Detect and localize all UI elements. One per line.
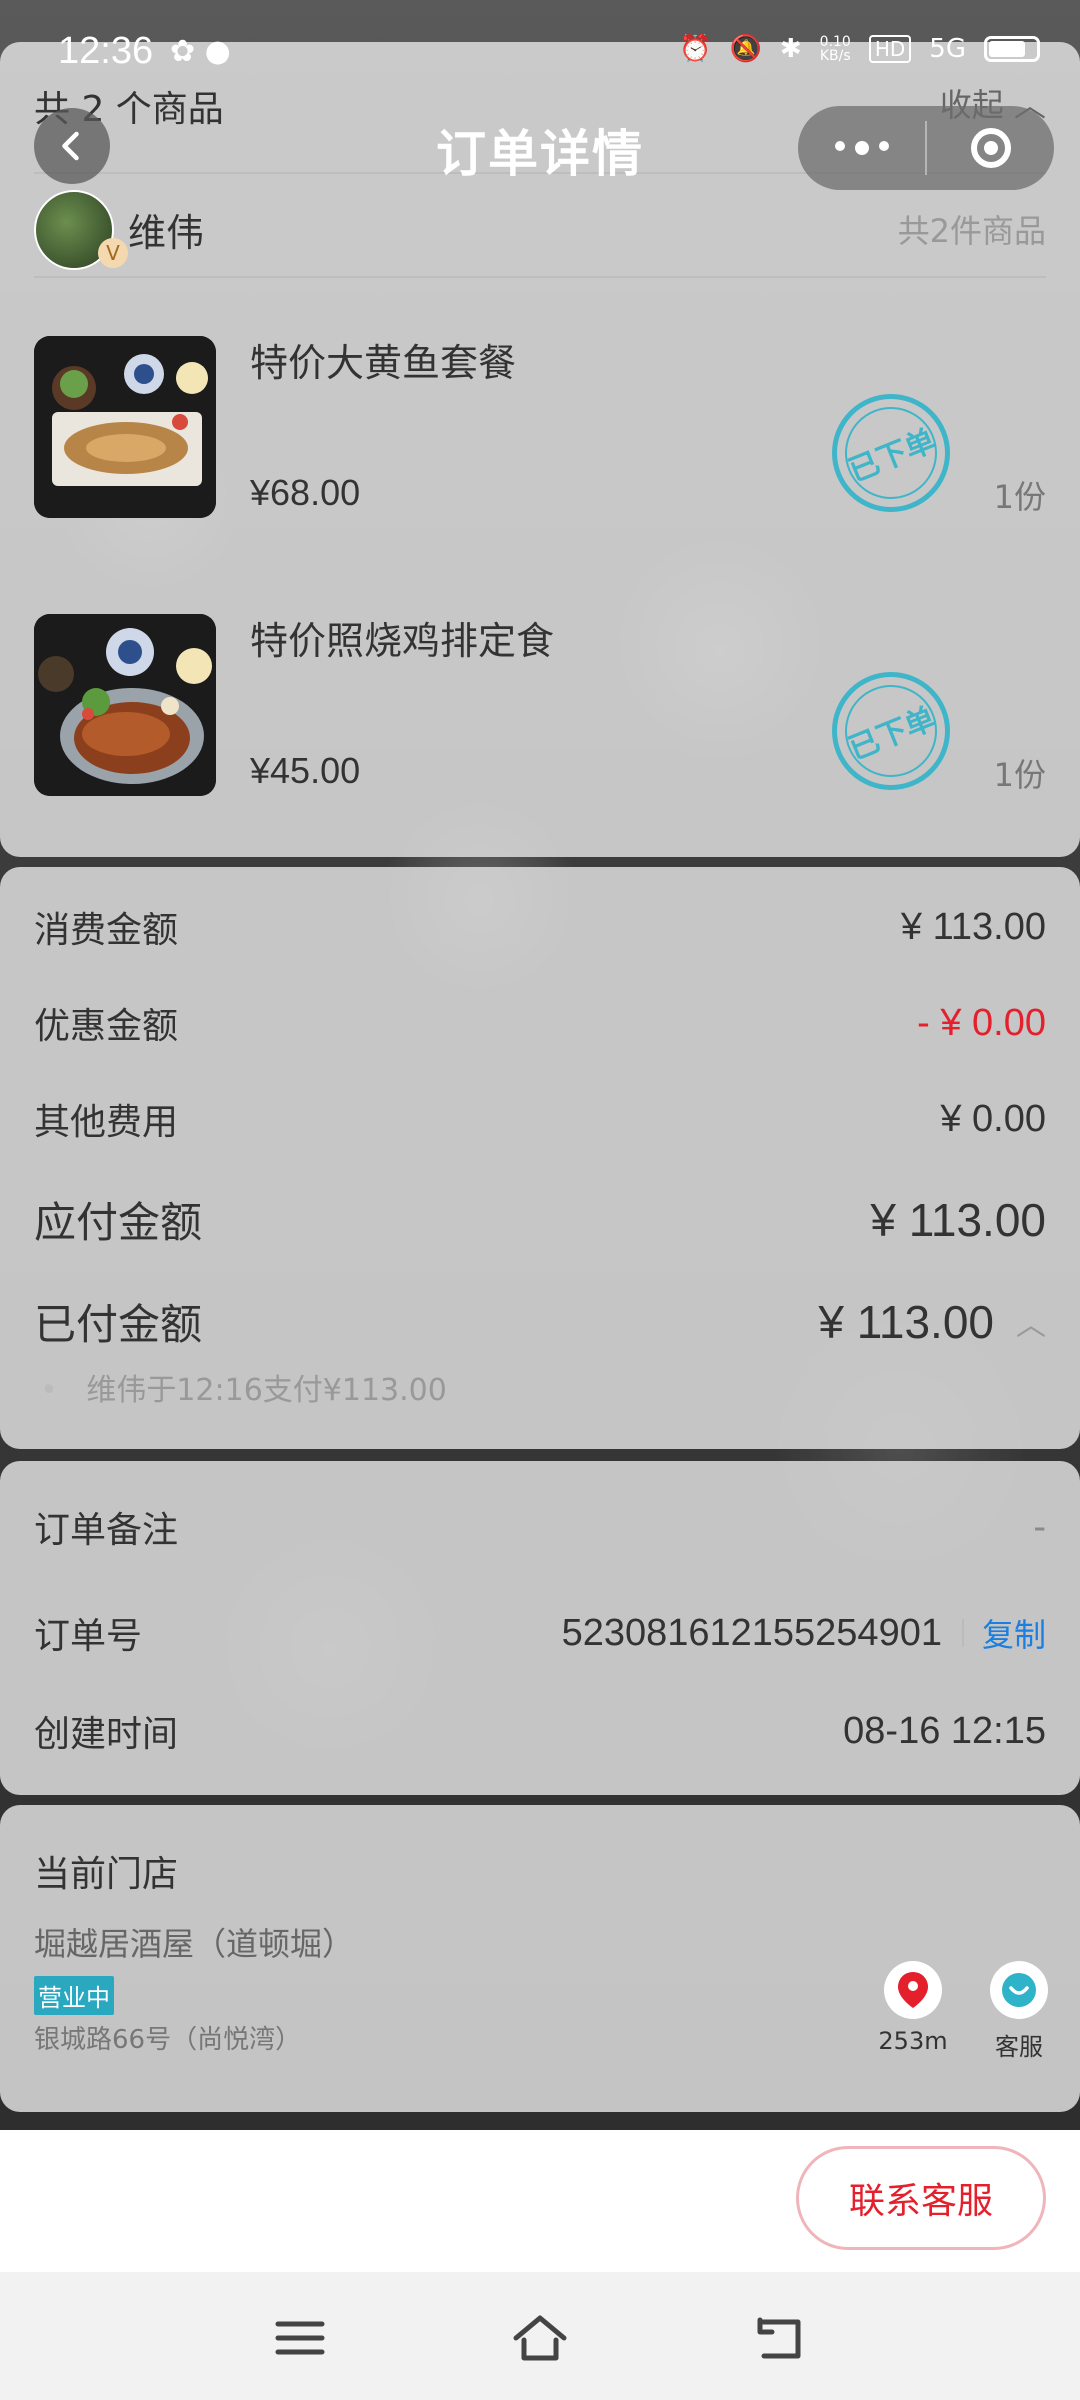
paid-value-group: ¥ 113.00 ︿: [818, 1295, 1046, 1349]
amounts-card: 消费金额 ¥ 113.00 优惠金额 - ¥ 0.00 其他费用 ¥ 0.00 …: [0, 867, 1080, 1449]
remark-value: -: [1033, 1505, 1046, 1548]
other-fee-row: 其他费用 ¥ 0.00: [34, 1093, 1046, 1145]
consume-value: ¥ 113.00: [900, 905, 1046, 948]
order-info-card: 订单备注 - 订单号 523081612155254901 复制 创建时间 08…: [0, 1461, 1080, 1795]
discount-row: 优惠金额 - ¥ 0.00: [34, 997, 1046, 1049]
network-speed: 0.10 KB/s: [820, 35, 851, 63]
status-time: 12:36: [58, 30, 154, 72]
created-label: 创建时间: [34, 1714, 179, 1755]
payment-detail: • 维伟于12:16支付¥113.00: [40, 1365, 447, 1409]
location-pin-icon: [898, 1972, 928, 2008]
store-card: 当前门店 堀越居酒屋（道顿堀） 银城路66号（尚悦湾） 253m 客服: [0, 1805, 1080, 2112]
target-icon: [970, 128, 1011, 168]
back-nav-icon[interactable]: [750, 2310, 810, 2366]
ordered-stamp-label: 已下单: [844, 423, 941, 490]
ordered-stamp-label: 已下单: [844, 701, 941, 768]
remark-label: 订单备注: [34, 1510, 179, 1551]
chat-bubble-icon: [1002, 1973, 1036, 2007]
other-fee-value: ¥ 0.00: [940, 1097, 1046, 1140]
network-speed-value: 0.10: [819, 34, 851, 50]
miniapp-capsule: [798, 106, 1054, 190]
status-bar: 12:36 ✿ ● ⏰ 🔕 ✱ 0.10 KB/s HD 5G: [0, 0, 1080, 108]
product-price: ¥68.00: [250, 472, 361, 513]
remark-row: 订单备注 -: [34, 1501, 1046, 1553]
customer-service-button[interactable]: [990, 1961, 1048, 2019]
created-row: 创建时间 08-16 12:15: [34, 1705, 1046, 1757]
battery-icon: [984, 36, 1040, 62]
distance-label: 253m: [878, 2027, 948, 2055]
paid-label: 已付金额: [34, 1300, 203, 1349]
store-address: 银城路66号（尚悦湾）: [34, 2025, 302, 2055]
total-items-text: 共2件商品: [897, 212, 1046, 250]
user-divider: [34, 276, 1046, 278]
other-fee-label: 其他费用: [34, 1102, 179, 1143]
close-miniapp-button[interactable]: [927, 128, 1054, 168]
product-qty: 1份: [993, 478, 1046, 516]
consume-row: 消费金额 ¥ 113.00: [34, 901, 1046, 953]
product-name: 特价大黄鱼套餐: [250, 341, 517, 385]
nav-bar: 订单详情: [0, 106, 1080, 192]
store-section-title: 当前门店: [34, 1854, 179, 1895]
product-image: [34, 614, 216, 796]
payable-label: 应付金额: [34, 1198, 203, 1247]
consume-label: 消费金额: [34, 910, 179, 951]
contact-service-button[interactable]: 联系客服: [796, 2146, 1046, 2250]
bottom-action-bar: 联系客服: [0, 2130, 1080, 2272]
paid-row[interactable]: 已付金额 ¥ 113.00 ︿: [34, 1291, 1046, 1352]
location-button[interactable]: [884, 1961, 942, 2019]
store-status-badge: 营业中: [34, 1976, 114, 2015]
copy-button[interactable]: 复制: [982, 1610, 1046, 1656]
order-no-row: 订单号 523081612155254901 复制: [34, 1607, 1046, 1659]
wechat-notification-icon: ✿ ●: [170, 34, 231, 69]
store-name: 堀越居酒屋（道顿堀）: [34, 1925, 355, 1963]
signal-icon: 5G: [929, 34, 966, 64]
network-speed-unit: KB/s: [819, 48, 851, 64]
order-no-label: 订单号: [34, 1616, 143, 1657]
product-qty: 1份: [993, 756, 1046, 794]
vip-badge-label: V: [106, 241, 120, 265]
status-icons: ⏰ 🔕 ✱ 0.10 KB/s HD 5G: [679, 34, 1040, 64]
system-nav-bar: [0, 2272, 1080, 2400]
order-no-value: 523081612155254901: [561, 1611, 942, 1654]
paid-value: ¥ 113.00: [818, 1295, 994, 1348]
ordered-stamp: 已下单: [832, 394, 950, 512]
home-icon[interactable]: [510, 2310, 570, 2366]
menu-icon[interactable]: [270, 2310, 330, 2366]
alarm-icon: ⏰: [679, 34, 712, 64]
order-no-group: 523081612155254901 复制: [562, 1610, 1046, 1656]
discount-label: 优惠金额: [34, 1006, 179, 1047]
product-image: [34, 336, 216, 518]
copy-divider: [961, 1619, 964, 1647]
service-label: 客服: [995, 2033, 1043, 2061]
payable-value: ¥ 113.00: [870, 1193, 1046, 1246]
product-price: ¥45.00: [250, 750, 361, 791]
more-options-icon[interactable]: [798, 141, 925, 155]
mute-icon: 🔕: [729, 34, 762, 64]
chevron-up-icon: ︿: [1016, 1307, 1046, 1343]
ordered-stamp: 已下单: [832, 672, 950, 790]
payment-detail-text: 维伟于12:16支付¥113.00: [86, 1373, 447, 1408]
hd-icon: HD: [868, 35, 912, 63]
vip-badge: V: [98, 238, 128, 268]
discount-value: - ¥ 0.00: [917, 1001, 1046, 1044]
payable-row: 应付金额 ¥ 113.00: [34, 1189, 1046, 1250]
bluetooth-icon: ✱: [779, 34, 802, 64]
product-name: 特价照烧鸡排定食: [250, 619, 555, 663]
user-name: 维伟: [128, 211, 205, 255]
created-value: 08-16 12:15: [843, 1709, 1046, 1752]
bullet-icon: •: [40, 1373, 77, 1408]
